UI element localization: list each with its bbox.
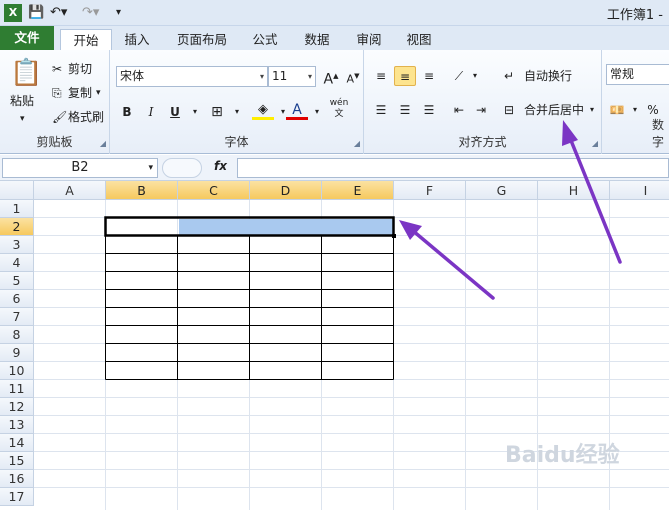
tab-insert[interactable]: 插入 (116, 29, 158, 50)
format-painter-icon[interactable]: 🖌 (52, 108, 67, 126)
merge-center-button[interactable]: 合并后居中 (524, 101, 584, 119)
cut-icon[interactable]: ✂ (52, 60, 62, 78)
formula-bar: B2 ▾ fx (0, 155, 669, 181)
underline-dropdown-icon[interactable]: ▾ (184, 102, 206, 122)
tab-home[interactable]: 开始 (60, 29, 112, 51)
formula-input[interactable] (237, 158, 669, 178)
font-size-value: 11 (272, 69, 288, 83)
orientation-dropdown-icon[interactable]: ▾ (464, 66, 486, 86)
number-format-value: 常规 (610, 67, 635, 81)
copy-button[interactable]: 复制 (68, 84, 92, 102)
customize-toolbar-icon[interactable]: ▾ (116, 4, 121, 22)
tab-review[interactable]: 审阅 (348, 29, 390, 50)
grow-font-icon[interactable]: A▲ (320, 66, 342, 88)
number-format-select[interactable]: 常规 (606, 64, 669, 85)
undo-icon[interactable]: ↶▾ (50, 4, 67, 22)
align-bottom-icon[interactable]: ≡ (418, 66, 440, 86)
name-box-value: B2 (71, 160, 89, 175)
alignment-group-label: 对齐方式 (458, 135, 507, 149)
align-middle-icon[interactable]: ≡ (394, 66, 416, 86)
font-size-select[interactable]: 11 ▾ (268, 66, 316, 87)
excel-logo-icon: X (4, 4, 22, 22)
tab-view[interactable]: 视图 (398, 29, 440, 50)
ribbon-tabs: 文件 开始 插入 页面布局 公式 数据 审阅 视图 (0, 26, 669, 51)
format-painter-button[interactable]: 格式刷 (68, 108, 104, 126)
paste-icon[interactable]: 📋 (10, 58, 42, 88)
align-top-icon[interactable]: ≡ (370, 66, 392, 86)
save-icon[interactable]: 💾 (28, 4, 44, 22)
wrap-text-icon[interactable]: ↵ (504, 67, 514, 85)
table-borders (105, 217, 394, 380)
font-color-dropdown-icon[interactable]: ▾ (306, 102, 328, 122)
font-group: 宋体 ▾ 11 ▾ A▲ A▼ B I U ▾ ⊞ ▾ ◈ ▾ A ▾ wén 文 字… (110, 50, 364, 154)
font-color-icon[interactable]: A (286, 100, 308, 120)
ribbon: 📋 粘贴 ▾ ✂ 剪切 ⎘ 复制 ▾ 🖌 格式刷 剪贴板 ◢ 宋体 ▾ 11 ▾ A… (0, 50, 669, 154)
copy-dropdown-icon[interactable]: ▾ (96, 84, 101, 102)
number-group-label: 数字 (652, 118, 665, 149)
phonetic-label: wén (329, 98, 349, 108)
font-name-select[interactable]: 宋体 ▾ (116, 66, 268, 87)
dialog-launcher-icon[interactable]: ◢ (100, 139, 106, 148)
chevron-down-icon: ▾ (259, 72, 264, 81)
italic-button[interactable]: I (140, 102, 162, 122)
app-title: 工作簿1 - (606, 8, 663, 23)
cut-button[interactable]: 剪切 (68, 60, 92, 78)
phonetic-guide-button[interactable]: wén 文 (328, 98, 350, 122)
merge-center-dropdown-icon[interactable]: ▾ (590, 101, 594, 119)
align-right-icon[interactable]: ☰ (418, 100, 440, 120)
tab-file[interactable]: 文件 (0, 26, 54, 50)
font-name-value: 宋体 (120, 69, 145, 83)
fill-handle (392, 234, 396, 238)
name-box[interactable]: B2 ▾ (2, 158, 158, 178)
tab-formulas[interactable]: 公式 (244, 29, 286, 50)
insert-function-icon[interactable]: fx (214, 159, 227, 173)
dialog-launcher-icon[interactable]: ◢ (354, 139, 360, 148)
fill-color-icon[interactable]: ◈ (252, 100, 274, 120)
watermark: Baidu经验 (505, 443, 620, 468)
borders-dropdown-icon[interactable]: ▾ (226, 102, 248, 122)
redo-icon[interactable]: ↷▾ (82, 4, 99, 22)
paste-dropdown-icon[interactable]: ▾ (20, 110, 25, 128)
selection-highlight (179, 219, 393, 235)
title-bar: X 💾 ↶▾ ↷▾ ▾ 工作簿1 - (0, 0, 669, 26)
underline-button[interactable]: U (164, 102, 186, 122)
borders-icon[interactable]: ⊞ (206, 102, 228, 122)
bold-button[interactable]: B (116, 102, 138, 122)
clipboard-group-label: 剪贴板 (36, 135, 73, 149)
merge-center-icon[interactable]: ⊟ (504, 101, 514, 119)
increase-indent-icon[interactable]: ⇥ (470, 100, 492, 120)
tab-page-layout[interactable]: 页面布局 (170, 29, 234, 50)
formula-bar-expand-icon[interactable] (162, 158, 202, 178)
decrease-indent-icon[interactable]: ⇤ (448, 100, 470, 120)
copy-icon[interactable]: ⎘ (52, 84, 62, 102)
align-center-icon[interactable]: ☰ (394, 100, 416, 120)
chevron-down-icon: ▾ (148, 163, 153, 173)
align-left-icon[interactable]: ☰ (370, 100, 392, 120)
number-group: 常规 💴 ▾ % 数字 (602, 50, 669, 154)
chevron-down-icon: ▾ (307, 72, 312, 81)
wrap-text-button[interactable]: 自动换行 (524, 67, 572, 85)
alignment-group: ≡ ≡ ≡ ⟋ ▾ ↵ 自动换行 ☰ ☰ ☰ ⇤ ⇥ ⊟ 合并后居中 ▾ 对齐方… (364, 50, 602, 154)
clipboard-group: 📋 粘贴 ▾ ✂ 剪切 ⎘ 复制 ▾ 🖌 格式刷 剪贴板 ◢ (0, 50, 110, 154)
paste-button[interactable]: 粘贴 (10, 92, 34, 110)
font-group-label: 字体 (224, 135, 249, 149)
dialog-launcher-icon[interactable]: ◢ (592, 139, 598, 148)
shrink-font-icon[interactable]: A▼ (342, 66, 364, 86)
tab-data[interactable]: 数据 (296, 29, 338, 50)
